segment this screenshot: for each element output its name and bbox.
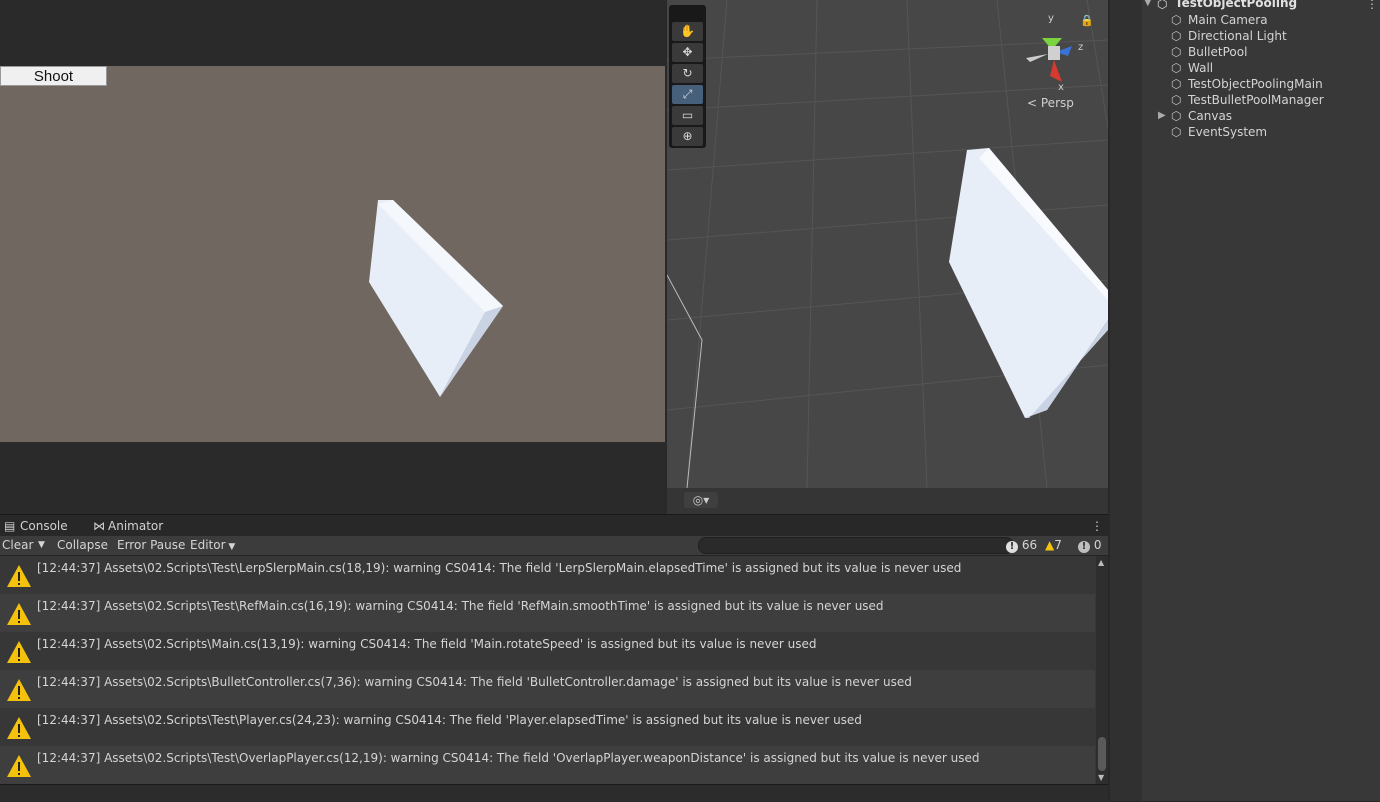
back-chevron-icon: < [1027, 96, 1041, 110]
scroll-down-icon[interactable]: ▼ [1098, 773, 1104, 782]
hierarchy-panel [1110, 0, 1380, 801]
console-message: [12:44:37] Assets\02.Scripts\Test\LerpSl… [37, 561, 962, 575]
hierarchy-item-bulletpool[interactable]: BulletPool [1188, 45, 1247, 59]
console-tab-bar [0, 514, 1108, 537]
warning-icon [7, 679, 31, 701]
scroll-up-icon[interactable]: ▲ [1098, 558, 1104, 567]
wall-render [369, 200, 503, 397]
hierarchy-item-testobjectpoolingmain[interactable]: TestObjectPoolingMain [1188, 77, 1323, 91]
gameobject-icon: ⬡ [1171, 45, 1182, 59]
move-icon[interactable]: ✥ [672, 43, 703, 62]
more-options-icon[interactable]: ⋮ [1366, 0, 1378, 11]
axis-y-label: y [1048, 13, 1054, 24]
console-row[interactable]: [12:44:37] Assets\02.Scripts\BulletContr… [0, 670, 1095, 708]
console-message: [12:44:37] Assets\02.Scripts\BulletContr… [37, 675, 912, 689]
axis-x-label: x [1058, 82, 1064, 92]
tab-console[interactable]: Console [20, 517, 68, 535]
expand-arrow-icon[interactable]: ▶ [1158, 110, 1166, 121]
hierarchy-item-eventsystem[interactable]: EventSystem [1188, 125, 1267, 139]
clear-button[interactable]: Clear [2, 537, 33, 554]
warning-icon [7, 717, 31, 739]
error-pause-button[interactable]: Error Pause [117, 537, 185, 554]
console-message: [12:44:37] Assets\02.Scripts\Test\Overla… [37, 751, 980, 765]
console-row[interactable]: [12:44:37] Assets\02.Scripts\Test\Player… [0, 708, 1095, 746]
warning-icon [7, 641, 31, 663]
hierarchy-item-main-camera[interactable]: Main Camera [1188, 13, 1268, 27]
search-input[interactable] [698, 537, 1014, 554]
console-row[interactable]: [12:44:37] Assets\02.Scripts\Test\RefMai… [0, 594, 1095, 632]
gameobject-icon: ⬡ [1171, 29, 1182, 43]
gameobject-icon: ⬡ [1171, 93, 1182, 107]
chevron-down-icon: ▼ [225, 542, 236, 552]
error-icon: ! [1006, 541, 1018, 553]
console-row[interactable]: [12:44:37] Assets\02.Scripts\Test\LerpSl… [0, 556, 1095, 594]
console-message: [12:44:37] Assets\02.Scripts\Main.cs(13,… [37, 637, 817, 651]
hierarchy-item-wall[interactable]: Wall [1188, 61, 1213, 75]
game-render[interactable] [0, 66, 665, 442]
console-message-list[interactable]: [12:44:37] Assets\02.Scripts\Test\LerpSl… [0, 556, 1096, 784]
gameobject-icon: ⬡ [1171, 61, 1182, 75]
error-count-badge[interactable]: ! 66 [1006, 537, 1037, 554]
console-scroll-thumb[interactable] [1098, 737, 1106, 771]
hierarchy-gutter [1110, 0, 1142, 801]
console-row[interactable]: [12:44:37] Assets\02.Scripts\Test\Overla… [0, 746, 1095, 784]
gameobject-icon: ⬡ [1171, 125, 1182, 139]
unity-scene-icon: ⬡ [1157, 0, 1168, 11]
console-message: [12:44:37] Assets\02.Scripts\Test\Player… [37, 713, 862, 727]
tab-animator[interactable]: Animator [108, 517, 163, 535]
scene-view-toolbar: ◎▾ [667, 488, 1108, 514]
warning-count-badge[interactable]: ▲7 [1045, 537, 1062, 554]
axis-z-label: z [1078, 42, 1083, 53]
animator-tab-icon: ⋈ [93, 519, 105, 533]
console-message: [12:44:37] Assets\02.Scripts\Test\RefMai… [37, 599, 884, 613]
hierarchy-item-testbulletpoolmanager[interactable]: TestBulletPoolManager [1188, 93, 1324, 107]
console-menu-icon[interactable]: ⋮ [1091, 517, 1103, 535]
scene-name[interactable]: TestObjectPooling [1175, 0, 1297, 10]
expand-arrow-icon[interactable]: ▼ [1144, 0, 1152, 8]
console-tab-icon: ▤ [4, 519, 16, 533]
warning-icon [7, 603, 31, 625]
collapse-button[interactable]: Collapse [57, 537, 108, 554]
console-row[interactable]: [12:44:37] Assets\02.Scripts\Main.cs(13,… [0, 632, 1095, 670]
lock-icon[interactable]: 🔒 [1080, 14, 1094, 27]
tool-palette: ✋ ✥ ↻ ⤢ ▭ ⊕ [669, 5, 706, 148]
warning-icon [7, 755, 31, 777]
compass-icon[interactable]: ◎▾ [684, 492, 718, 508]
persp-label[interactable]: < Persp [1027, 96, 1074, 110]
hand-icon[interactable]: ✋ [672, 22, 703, 41]
console-detail-area [0, 784, 1108, 802]
hierarchy-item-directional-light[interactable]: Directional Light [1188, 29, 1287, 43]
info-count-badge[interactable]: ! 0 [1078, 537, 1101, 554]
gameobject-icon: ⬡ [1171, 13, 1182, 27]
warning-icon [7, 565, 31, 587]
rotate-icon[interactable]: ↻ [672, 64, 703, 83]
rect-icon[interactable]: ▭ [672, 106, 703, 125]
editor-dropdown[interactable]: Editor ▼ [190, 537, 235, 554]
info-icon: ! [1078, 541, 1090, 553]
warning-icon: ▲ [1045, 538, 1055, 552]
clear-options-dropdown-icon[interactable]: ▼ [38, 537, 45, 554]
hierarchy-item-canvas[interactable]: Canvas [1188, 109, 1232, 123]
gameobject-icon: ⬡ [1171, 109, 1182, 123]
shoot-button[interactable]: Shoot [0, 66, 107, 86]
gameobject-icon: ⬡ [1171, 77, 1182, 91]
transform-icon[interactable]: ⊕ [672, 127, 703, 146]
scale-icon[interactable]: ⤢ [672, 85, 703, 104]
